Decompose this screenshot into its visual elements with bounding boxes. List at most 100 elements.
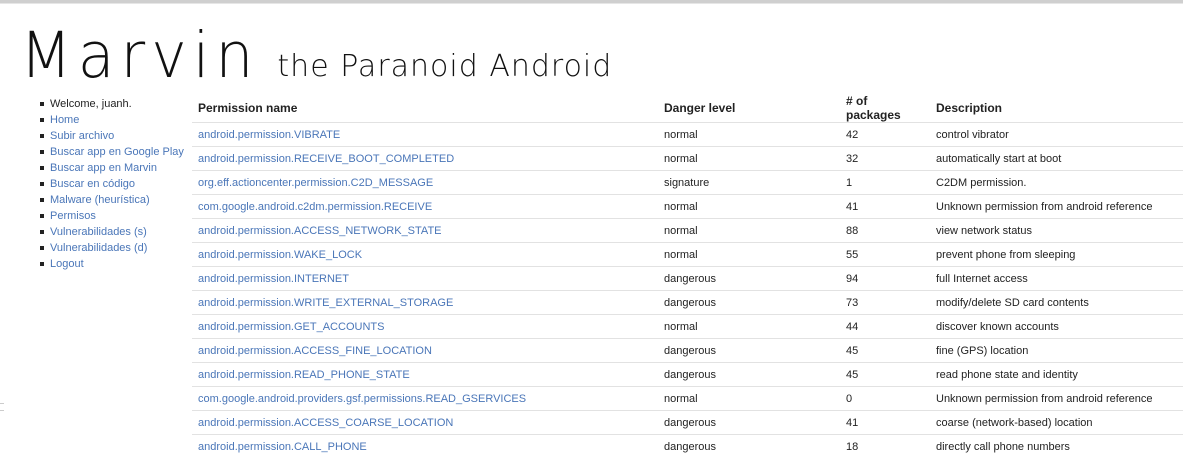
danger-level-cell: dangerous [658, 267, 840, 291]
site-logo-subtitle: the Paranoid Android [277, 52, 612, 82]
permission-name-link[interactable]: android.permission.ACCESS_FINE_LOCATION [198, 345, 432, 357]
table-row: android.permission.WAKE_LOCKnormal55prev… [192, 243, 1183, 267]
description-cell: full Internet access [930, 267, 1183, 291]
search-marvin-link[interactable]: Buscar app en Marvin [50, 162, 157, 174]
description-cell: directly call phone numbers [930, 435, 1183, 458]
vulnerabilities-dynamic-link[interactable]: Vulnerabilidades (d) [50, 242, 147, 254]
sidebar-item-malware[interactable]: Malware (heurística) [40, 192, 190, 208]
bullet-icon [40, 166, 44, 170]
sidebar-item-search-code[interactable]: Buscar en código [40, 176, 190, 192]
search-code-link[interactable]: Buscar en código [50, 178, 135, 190]
package-count-cell: 44 [840, 315, 930, 339]
permission-name-cell: android.permission.VIBRATE [192, 123, 658, 147]
permission-name-cell: com.google.android.c2dm.permission.RECEI… [192, 195, 658, 219]
permission-name-link[interactable]: android.permission.WRITE_EXTERNAL_STORAG… [198, 297, 453, 309]
package-count-cell: 42 [840, 123, 930, 147]
top-border [0, 0, 1183, 4]
sidebar-item-home[interactable]: Home [40, 112, 190, 128]
danger-level-cell: dangerous [658, 435, 840, 458]
danger-level-cell: normal [658, 195, 840, 219]
permission-name-cell: android.permission.GET_ACCOUNTS [192, 315, 658, 339]
permission-name-link[interactable]: android.permission.INTERNET [198, 273, 349, 285]
description-cell: C2DM permission. [930, 171, 1183, 195]
resize-handle [0, 403, 4, 411]
package-count-cell: 32 [840, 147, 930, 171]
table-row: android.permission.RECEIVE_BOOT_COMPLETE… [192, 147, 1183, 171]
table-row: android.permission.READ_PHONE_STATEdange… [192, 363, 1183, 387]
danger-level-cell: signature [658, 171, 840, 195]
home-link[interactable]: Home [50, 114, 79, 126]
table-row: com.google.android.providers.gsf.permiss… [192, 387, 1183, 411]
permission-name-link[interactable]: android.permission.VIBRATE [198, 129, 340, 141]
table-row: android.permission.ACCESS_COARSE_LOCATIO… [192, 411, 1183, 435]
description-cell: Unknown permission from android referenc… [930, 387, 1183, 411]
permission-name-cell: android.permission.WAKE_LOCK [192, 243, 658, 267]
permission-name-link[interactable]: android.permission.CALL_PHONE [198, 441, 367, 453]
permissions-table-body: android.permission.VIBRATEnormal42contro… [192, 123, 1183, 458]
table-row: com.google.android.c2dm.permission.RECEI… [192, 195, 1183, 219]
danger-level-cell: normal [658, 219, 840, 243]
description-cell: control vibrator [930, 123, 1183, 147]
permission-name-link[interactable]: android.permission.READ_PHONE_STATE [198, 369, 410, 381]
table-row: android.permission.GET_ACCOUNTSnormal44d… [192, 315, 1183, 339]
search-google-play-link[interactable]: Buscar app en Google Play [50, 146, 184, 158]
danger-level-cell: normal [658, 123, 840, 147]
bullet-icon [40, 198, 44, 202]
upload-file-link[interactable]: Subir archivo [50, 130, 114, 142]
permission-name-link[interactable]: android.permission.ACCESS_COARSE_LOCATIO… [198, 417, 453, 429]
table-row: android.permission.ACCESS_NETWORK_STATE n… [192, 219, 1183, 243]
sidebar-item-search-marvin[interactable]: Buscar app en Marvin [40, 160, 190, 176]
table-row: org.eff.actioncenter.permission.C2D_MESS… [192, 171, 1183, 195]
danger-level-cell: dangerous [658, 339, 840, 363]
package-count-cell: 0 [840, 387, 930, 411]
sidebar-item-permissions[interactable]: Permisos [40, 208, 190, 224]
column-header-danger-level[interactable]: Danger level [658, 94, 840, 123]
vulnerabilities-static-link[interactable]: Vulnerabilidades (s) [50, 226, 147, 238]
description-cell: prevent phone from sleeping [930, 243, 1183, 267]
package-count-cell: 45 [840, 339, 930, 363]
permission-name-cell: android.permission.ACCESS_FINE_LOCATION [192, 339, 658, 363]
permission-name-link[interactable]: android.permission.GET_ACCOUNTS [198, 321, 384, 333]
permission-name-link[interactable]: org.eff.actioncenter.permission.C2D_MESS… [198, 177, 433, 189]
description-cell: automatically start at boot [930, 147, 1183, 171]
bullet-icon [40, 262, 44, 266]
description-cell: read phone state and identity [930, 363, 1183, 387]
permission-name-link[interactable]: android.permission.RECEIVE_BOOT_COMPLETE… [198, 153, 454, 165]
sidebar-item-upload[interactable]: Subir archivo [40, 128, 190, 144]
permission-name-cell: android.permission.WRITE_EXTERNAL_STORAG… [192, 291, 658, 315]
permissions-link[interactable]: Permisos [50, 210, 96, 222]
danger-level-cell: dangerous [658, 291, 840, 315]
column-header-permission-name[interactable]: Permission name [192, 94, 658, 123]
danger-level-cell: normal [658, 387, 840, 411]
sidebar-item-vulns-static[interactable]: Vulnerabilidades (s) [40, 224, 190, 240]
sidebar-item-vulns-dynamic[interactable]: Vulnerabilidades (d) [40, 240, 190, 256]
permissions-table: Permission name Danger level # of packag… [192, 94, 1183, 458]
bullet-icon [40, 134, 44, 138]
sidebar-list: Welcome, juanh. Home Subir archivo Busca… [40, 96, 190, 272]
welcome-text: Welcome, juanh. [50, 98, 132, 110]
description-cell: fine (GPS) location [930, 339, 1183, 363]
column-header-package-count[interactable]: # of packages [840, 94, 930, 123]
table-header-row: Permission name Danger level # of packag… [192, 94, 1183, 123]
column-header-description[interactable]: Description [930, 94, 1183, 123]
table-row: android.permission.VIBRATE normal42contro… [192, 123, 1183, 147]
package-count-cell: 45 [840, 363, 930, 387]
permission-name-link[interactable]: android.permission.ACCESS_NETWORK_STATE [198, 225, 442, 237]
sidebar-nav: Welcome, juanh. Home Subir archivo Busca… [40, 96, 190, 272]
package-count-cell: 55 [840, 243, 930, 267]
table-row: android.permission.CALL_PHONEdangerous18… [192, 435, 1183, 458]
description-cell: modify/delete SD card contents [930, 291, 1183, 315]
permission-name-link[interactable]: android.permission.WAKE_LOCK [198, 249, 362, 261]
sidebar-item-search-google-play[interactable]: Buscar app en Google Play [40, 144, 190, 160]
table-row: android.permission.ACCESS_FINE_LOCATION d… [192, 339, 1183, 363]
bullet-icon [40, 246, 44, 250]
logout-link[interactable]: Logout [50, 258, 84, 270]
permission-name-link[interactable]: com.google.android.providers.gsf.permiss… [198, 393, 526, 405]
malware-link[interactable]: Malware (heurística) [50, 194, 150, 206]
permission-name-cell: com.google.android.providers.gsf.permiss… [192, 387, 658, 411]
bullet-icon [40, 182, 44, 186]
sidebar-item-logout[interactable]: Logout [40, 256, 190, 272]
main-content: Permission name Danger level # of packag… [192, 94, 1183, 458]
permission-name-cell: android.permission.CALL_PHONE [192, 435, 658, 458]
permission-name-link[interactable]: com.google.android.c2dm.permission.RECEI… [198, 201, 432, 213]
